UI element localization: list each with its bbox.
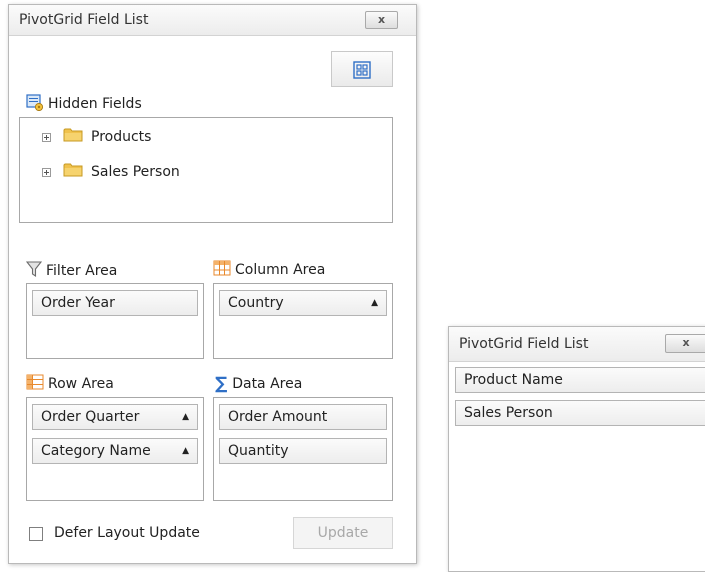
- field-order-quarter[interactable]: Order Quarter ▲: [32, 404, 198, 430]
- sort-ascending-icon[interactable]: ▲: [371, 291, 378, 315]
- update-button[interactable]: Update: [293, 517, 393, 549]
- field-quantity[interactable]: Quantity: [219, 438, 387, 464]
- field-product-name[interactable]: Product Name: [455, 367, 705, 393]
- field-label: Order Quarter: [41, 409, 140, 425]
- close-icon: x: [682, 336, 690, 349]
- field-label: Order Amount: [228, 409, 328, 425]
- tree-item-label: Sales Person: [91, 164, 180, 180]
- pivotgrid-field-list-compact-window: PivotGrid Field List x Product Name Sale…: [448, 326, 705, 572]
- hidden-fields-header: Hidden Fields: [26, 93, 142, 115]
- layout-toggle-icon: [353, 61, 371, 79]
- field-label: Sales Person: [464, 405, 553, 421]
- field-label: Quantity: [228, 443, 289, 459]
- layout-toggle-button[interactable]: [331, 51, 393, 87]
- filter-funnel-icon: [25, 260, 43, 282]
- data-area-label: Data Area: [232, 376, 303, 392]
- row-area-label: Row Area: [48, 376, 114, 392]
- column-area-header: Column Area: [213, 260, 325, 280]
- row-area-drop-zone[interactable]: Order Quarter ▲ Category Name ▲: [26, 397, 204, 501]
- window-title: PivotGrid Field List: [19, 12, 149, 28]
- column-grid-icon: [213, 260, 231, 280]
- filter-area-header: Filter Area: [25, 260, 118, 282]
- column-area-drop-zone[interactable]: Country ▲: [213, 283, 393, 359]
- row-area-header: Row Area: [26, 374, 114, 394]
- close-icon: x: [377, 13, 386, 26]
- field-order-amount[interactable]: Order Amount: [219, 404, 387, 430]
- field-label: Product Name: [464, 372, 563, 388]
- pivotgrid-field-list-window: PivotGrid Field List x Hidden Fields Pro…: [8, 4, 417, 564]
- folder-icon: [63, 127, 83, 147]
- expand-icon[interactable]: [42, 132, 51, 142]
- window-title-bar[interactable]: PivotGrid Field List x: [449, 327, 705, 362]
- close-button[interactable]: x: [365, 11, 398, 29]
- filter-area-label: Filter Area: [46, 263, 118, 279]
- defer-layout-update-label: Defer Layout Update: [54, 525, 200, 541]
- column-area-label: Column Area: [235, 262, 326, 278]
- sort-ascending-icon[interactable]: ▲: [182, 439, 189, 463]
- field-category-name[interactable]: Category Name ▲: [32, 438, 198, 464]
- close-button[interactable]: x: [665, 334, 705, 353]
- row-grid-icon: [26, 374, 44, 394]
- hidden-fields-label: Hidden Fields: [48, 96, 142, 112]
- tree-item-sales-person[interactable]: Sales Person: [42, 161, 180, 183]
- data-area-drop-zone[interactable]: Order Amount Quantity: [213, 397, 393, 501]
- field-order-year[interactable]: Order Year: [32, 290, 198, 316]
- tree-item-label: Products: [91, 129, 152, 145]
- data-area-header: ∑ Data Area: [215, 374, 302, 394]
- filter-area-drop-zone[interactable]: Order Year: [26, 283, 204, 359]
- defer-layout-update-checkbox[interactable]: [29, 527, 43, 541]
- field-label: Category Name: [41, 443, 151, 459]
- field-sales-person[interactable]: Sales Person: [455, 400, 705, 426]
- expand-icon[interactable]: [42, 167, 51, 177]
- hidden-fields-icon: [26, 93, 44, 115]
- sigma-icon: ∑: [215, 374, 228, 394]
- window-title-bar[interactable]: PivotGrid Field List x: [9, 5, 416, 36]
- sort-ascending-icon[interactable]: ▲: [182, 405, 189, 429]
- window-title: PivotGrid Field List: [459, 336, 589, 352]
- hidden-fields-list[interactable]: Products Sales Person: [19, 117, 393, 223]
- field-label: Order Year: [41, 295, 115, 311]
- tree-item-products[interactable]: Products: [42, 126, 151, 148]
- field-label: Country: [228, 295, 284, 311]
- folder-icon: [63, 162, 83, 182]
- field-country[interactable]: Country ▲: [219, 290, 387, 316]
- update-button-label: Update: [317, 525, 369, 541]
